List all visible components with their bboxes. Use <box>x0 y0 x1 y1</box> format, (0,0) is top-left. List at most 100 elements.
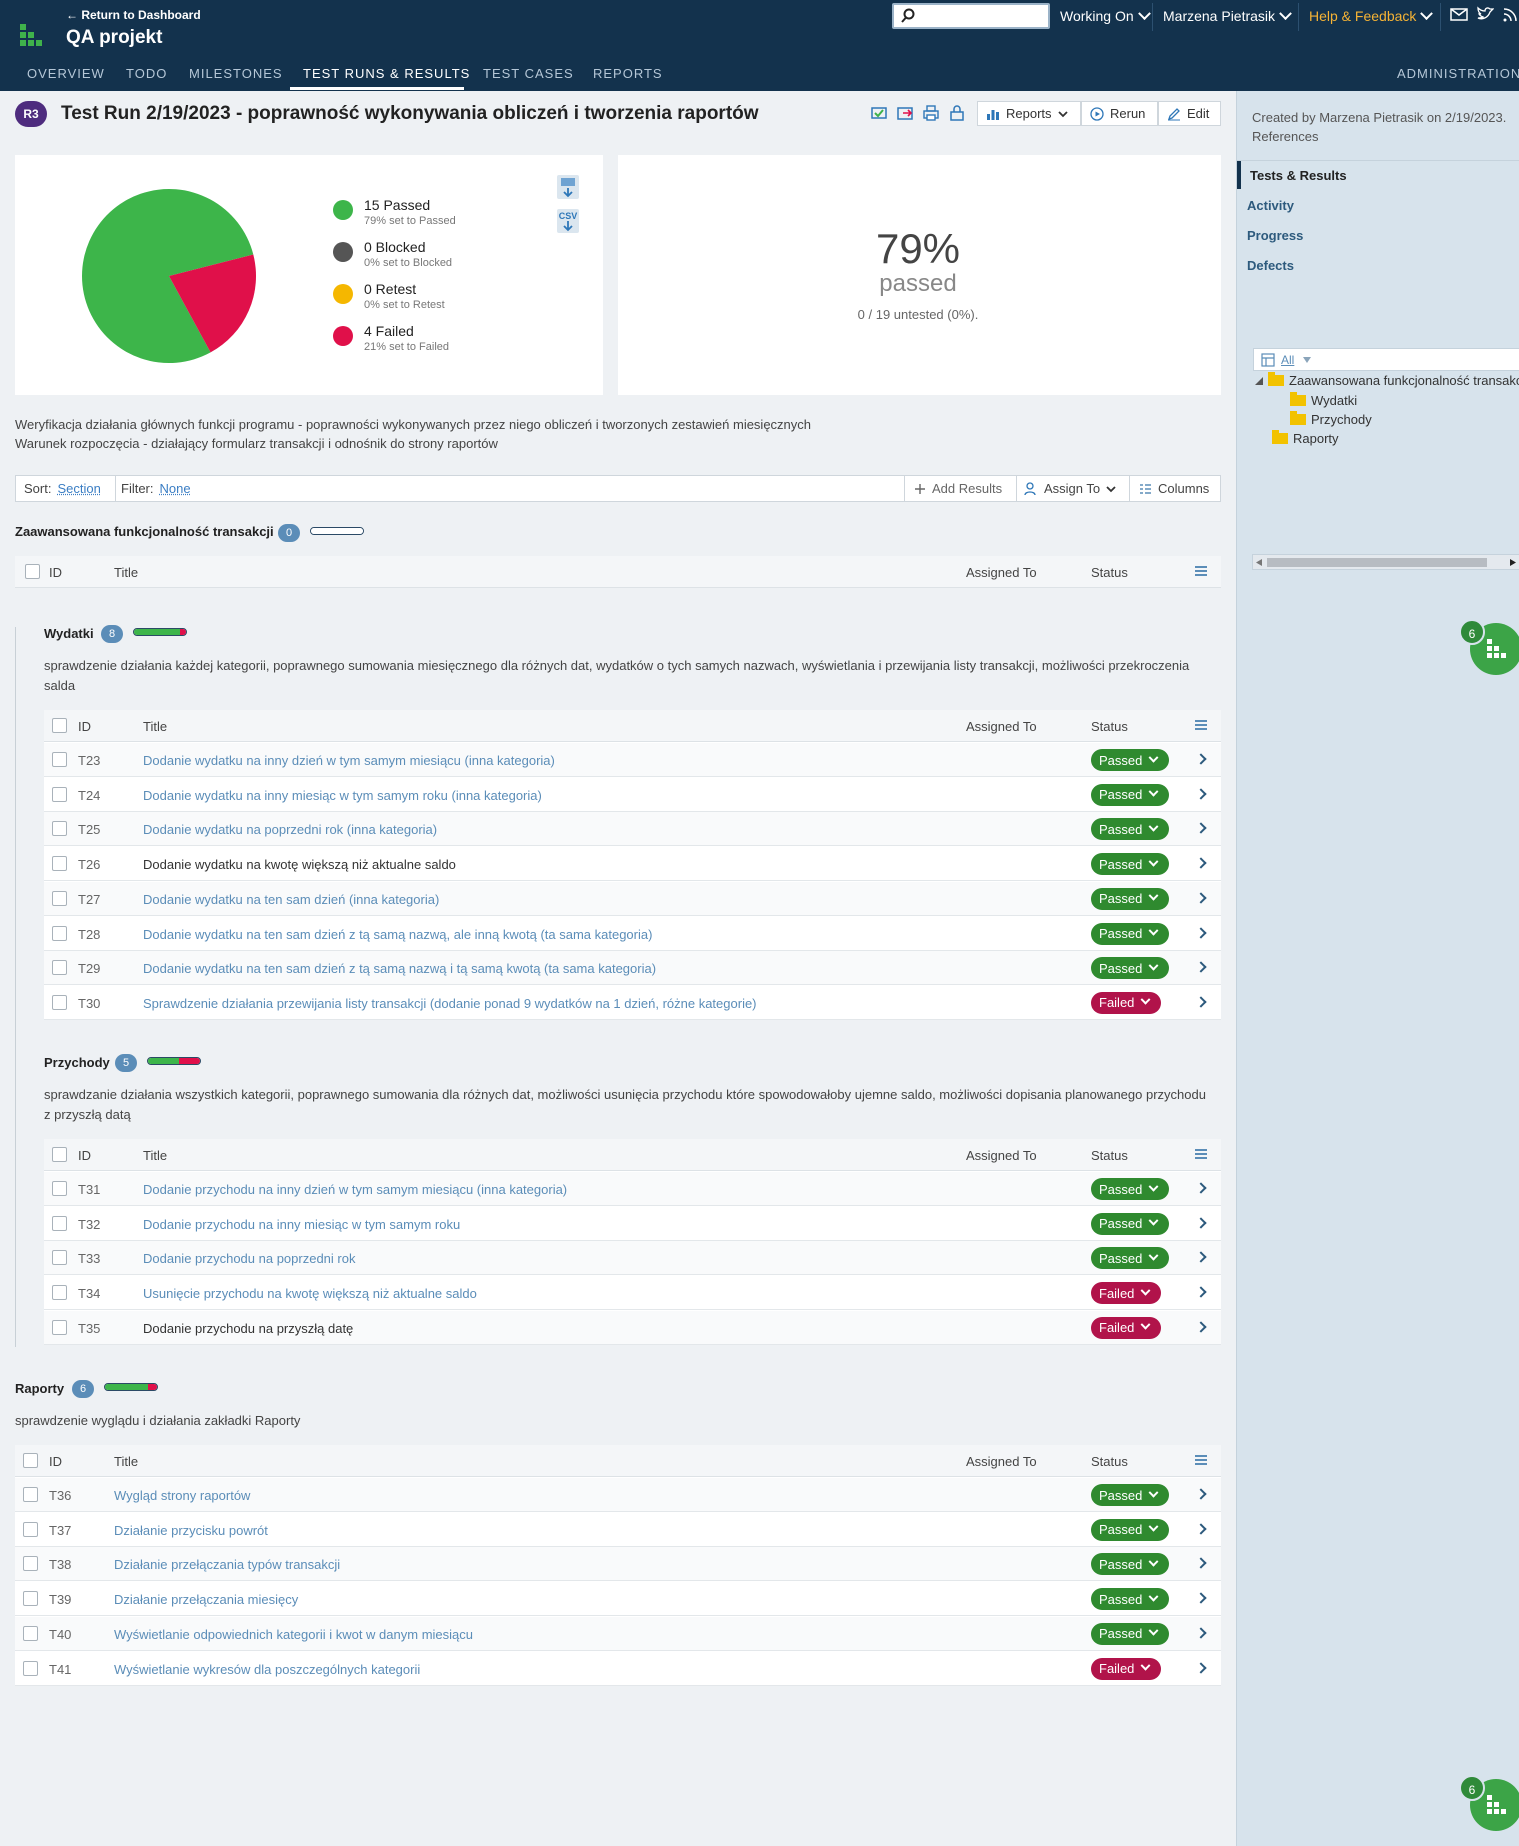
col-status[interactable]: Status <box>1091 719 1128 734</box>
test-title-link[interactable]: Dodanie przychodu na inny dzień w tym sa… <box>143 1182 567 1197</box>
export-icon[interactable] <box>896 104 914 122</box>
rss-icon[interactable] <box>1502 6 1519 22</box>
test-title-link[interactable]: Działanie przycisku powrót <box>114 1523 268 1538</box>
tree-collapse-icon[interactable] <box>1255 376 1263 385</box>
table-row[interactable]: T38 Działanie przełączania typów transakc… <box>15 1547 1221 1582</box>
test-title-link[interactable]: Dodanie przychodu na inny miesiąc w tym … <box>143 1217 460 1232</box>
download-chart-icon[interactable] <box>557 175 579 199</box>
col-title[interactable]: Title <box>143 1148 167 1163</box>
test-title-link[interactable]: Dodanie wydatku na inny miesiąc w tym sa… <box>143 788 542 803</box>
download-csv-icon[interactable]: CSV <box>557 209 579 233</box>
col-assigned-to[interactable]: Assigned To <box>966 719 1037 734</box>
row-checkbox[interactable] <box>52 821 67 837</box>
chevron-right-icon[interactable] <box>1195 1557 1207 1570</box>
status-dropdown[interactable]: Passed <box>1091 818 1169 841</box>
chevron-right-icon[interactable] <box>1195 1217 1207 1229</box>
section-title-wydatki[interactable]: Wydatki <box>44 626 94 641</box>
test-id[interactable]: T40 <box>49 1627 71 1642</box>
table-row[interactable]: T29 Dodanie wydatku na ten sam dzień z tą… <box>44 951 1221 986</box>
scroll-right-icon[interactable] <box>1510 559 1516 566</box>
test-id[interactable]: T29 <box>78 961 100 976</box>
reports-button[interactable]: Reports <box>977 101 1081 126</box>
test-id[interactable]: T24 <box>78 788 100 803</box>
row-checkbox[interactable] <box>52 1181 67 1196</box>
edit-button[interactable]: Edit <box>1158 101 1221 126</box>
scroll-left-icon[interactable] <box>1256 559 1262 566</box>
tree-item-przychody[interactable]: Przychody <box>1290 411 1372 427</box>
row-checkbox[interactable] <box>52 925 67 941</box>
chevron-right-icon[interactable] <box>1195 1592 1207 1604</box>
table-row[interactable]: T35 Dodanie przychodu na przyszłą datę Fai… <box>44 1310 1221 1345</box>
table-row[interactable]: T23 Dodanie wydatku na inny dzień w tym s… <box>44 743 1221 777</box>
status-dropdown[interactable]: Passed <box>1091 749 1169 771</box>
tree-filter-dropdown[interactable]: All <box>1253 348 1519 371</box>
table-row[interactable]: T41 Wyświetlanie wykresów dla poszczególn… <box>15 1652 1221 1686</box>
test-id[interactable]: T28 <box>78 927 100 942</box>
tree-item-raporty[interactable]: Raporty <box>1272 430 1339 446</box>
tree-item-zaawansowana[interactable]: Zaawansowana funkcjonalność transakcji <box>1255 372 1519 388</box>
mail-icon[interactable] <box>1450 6 1468 22</box>
chevron-right-icon[interactable] <box>1195 822 1207 835</box>
test-title-link[interactable]: Dodanie przychodu na poprzedni rok <box>143 1251 355 1266</box>
chevron-right-icon[interactable] <box>1195 1182 1207 1194</box>
email-check-icon[interactable] <box>870 104 888 122</box>
row-checkbox[interactable] <box>23 1487 38 1502</box>
row-checkbox[interactable] <box>52 1250 67 1266</box>
status-dropdown[interactable]: Passed <box>1091 1484 1169 1506</box>
row-checkbox[interactable] <box>52 1285 67 1301</box>
status-dropdown[interactable]: Passed <box>1091 1212 1169 1235</box>
nav-test-cases[interactable]: TEST CASES <box>483 66 574 81</box>
status-dropdown[interactable]: Passed <box>1091 783 1169 806</box>
row-checkbox[interactable] <box>52 890 67 906</box>
chevron-right-icon[interactable] <box>1195 892 1207 904</box>
sort-value[interactable]: Section <box>57 481 100 496</box>
status-dropdown[interactable]: Failed <box>1091 1282 1161 1305</box>
chevron-right-icon[interactable] <box>1195 1523 1207 1535</box>
status-dropdown[interactable]: Passed <box>1091 922 1169 945</box>
search-input[interactable] <box>892 3 1050 29</box>
col-assigned-to[interactable]: Assigned To <box>966 565 1037 580</box>
table-row[interactable]: T27 Dodanie wydatku na ten sam dzień (inn… <box>44 881 1221 916</box>
column-settings-icon[interactable] <box>1195 1455 1207 1466</box>
chevron-right-icon[interactable] <box>1195 857 1207 869</box>
chevron-right-icon[interactable] <box>1195 1286 1207 1298</box>
test-title-link[interactable]: Usunięcie przychodu na kwotę większą niż… <box>143 1286 477 1301</box>
col-title[interactable]: Title <box>143 719 167 734</box>
test-title-link[interactable]: Sprawdzenie działania przewijania listy … <box>143 996 757 1011</box>
test-title-link[interactable]: Dodanie wydatku na kwotę większą niż akt… <box>143 857 456 872</box>
test-id[interactable]: T30 <box>78 996 100 1011</box>
add-results-button[interactable]: Add Results <box>914 481 1002 496</box>
col-status[interactable]: Status <box>1091 565 1128 580</box>
test-id[interactable]: T26 <box>78 857 100 872</box>
assign-to-button[interactable]: Assign To <box>1024 481 1116 496</box>
sidebar-link-progress[interactable]: Progress <box>1247 228 1303 243</box>
user-dropdown[interactable]: Marzena Pietrasik <box>1163 6 1292 24</box>
chevron-right-icon[interactable] <box>1195 788 1207 800</box>
table-row[interactable]: T28 Dodanie wydatku na ten sam dzień z tą… <box>44 917 1221 951</box>
row-checkbox[interactable] <box>52 1319 67 1335</box>
row-checkbox[interactable] <box>52 1215 67 1231</box>
column-settings-icon[interactable] <box>1195 566 1207 577</box>
test-id[interactable]: T41 <box>49 1662 71 1677</box>
col-assigned-to[interactable]: Assigned To <box>966 1148 1037 1163</box>
col-id[interactable]: ID <box>78 719 91 734</box>
test-title-link[interactable]: Działanie przełączania miesięcy <box>114 1592 298 1607</box>
sort-control[interactable]: Sort: Section <box>24 481 101 496</box>
nav-todo[interactable]: TODO <box>126 66 167 81</box>
test-id[interactable]: T33 <box>78 1251 100 1266</box>
chevron-right-icon[interactable] <box>1195 753 1207 765</box>
table-row[interactable]: T26 Dodanie wydatku na kwotę większą niż … <box>44 847 1221 882</box>
row-checkbox[interactable] <box>52 856 67 872</box>
status-dropdown[interactable]: Passed <box>1091 1247 1169 1270</box>
row-checkbox[interactable] <box>23 1591 38 1607</box>
row-checkbox[interactable] <box>52 786 67 802</box>
working-on-dropdown[interactable]: Working On <box>1060 6 1151 24</box>
test-title-link[interactable]: Wygląd strony raportów <box>114 1488 250 1503</box>
select-all-checkbox[interactable] <box>23 1453 38 1468</box>
select-all-checkbox[interactable] <box>52 1147 67 1162</box>
table-row[interactable]: T25 Dodanie wydatku na poprzedni rok (inn… <box>44 812 1221 847</box>
chevron-right-icon[interactable] <box>1195 1488 1207 1500</box>
table-row[interactable]: T40 Wyświetlanie odpowiednich kategorii i… <box>15 1616 1221 1651</box>
test-title-link[interactable]: Dodanie wydatku na poprzedni rok (inna k… <box>143 822 437 837</box>
status-dropdown[interactable]: Passed <box>1091 887 1169 910</box>
